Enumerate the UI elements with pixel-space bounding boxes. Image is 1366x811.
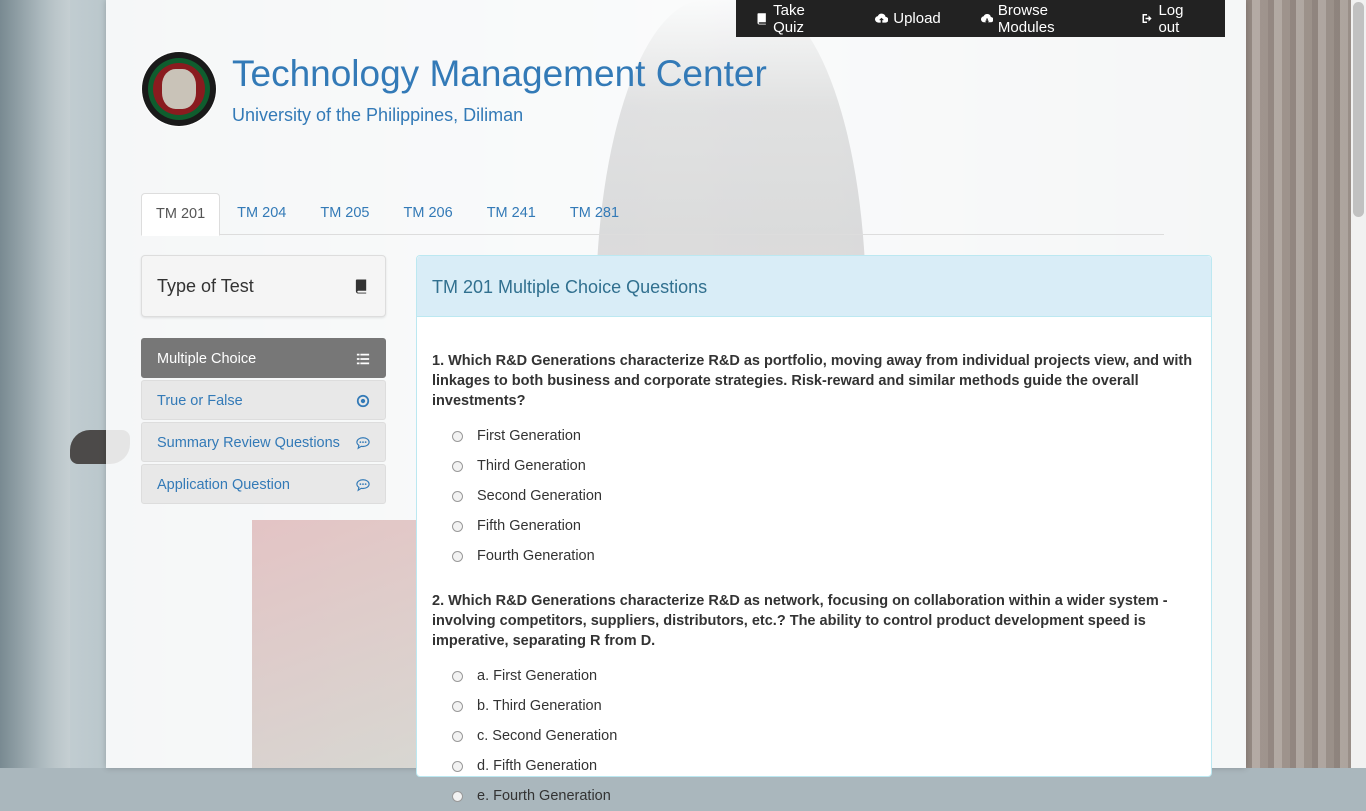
answer-option[interactable]: Fifth Generation bbox=[432, 511, 1196, 541]
page-container: Take Quiz Upload Browse Modules Log out … bbox=[106, 0, 1246, 804]
take-quiz-label: Take Quiz bbox=[773, 1, 805, 36]
radio-button[interactable] bbox=[452, 490, 463, 502]
menu-item-application-question[interactable]: Application Question bbox=[141, 464, 386, 504]
comment-icon bbox=[356, 437, 370, 450]
menu-item-label: Application Question bbox=[157, 477, 290, 493]
question-text: 1. Which R&D Generations characterize R&… bbox=[432, 353, 1193, 409]
log-out-link[interactable]: Log out bbox=[1121, 0, 1225, 37]
book-icon bbox=[757, 13, 766, 25]
site-subtitle: University of the Philippines, Diliman bbox=[232, 105, 524, 125]
question-2: 2. Which R&D Generations characterize R&… bbox=[432, 591, 1196, 811]
background-pillar-right bbox=[1246, 0, 1366, 768]
course-tabs: TM 201 TM 204 TM 205 TM 206 TM 241 TM 28… bbox=[141, 193, 1164, 236]
radio-button[interactable] bbox=[452, 730, 463, 742]
radio-button[interactable] bbox=[452, 790, 463, 802]
background-pillar-left bbox=[0, 0, 70, 768]
answer-option[interactable]: e. Fourth Generation bbox=[432, 781, 1196, 811]
option-label: Second Generation bbox=[477, 488, 602, 504]
question-1: 1. Which R&D Generations characterize R&… bbox=[432, 351, 1196, 571]
option-label: Fifth Generation bbox=[477, 518, 581, 534]
tmc-seal-logo bbox=[141, 51, 217, 127]
menu-item-label: True or False bbox=[157, 393, 243, 409]
logout-icon bbox=[1142, 13, 1152, 24]
menu-item-multiple-choice[interactable]: Multiple Choice bbox=[141, 338, 386, 378]
answer-option[interactable]: Fourth Generation bbox=[432, 541, 1196, 571]
upload-label: Upload bbox=[893, 10, 941, 27]
test-type-menu: Multiple Choice True or False Summary Re… bbox=[141, 338, 386, 506]
radio-button[interactable] bbox=[452, 670, 463, 682]
tab-tm-281[interactable]: TM 281 bbox=[553, 193, 636, 234]
tab-tm-205[interactable]: TM 205 bbox=[303, 193, 386, 234]
browse-modules-label: Browse Modules bbox=[997, 1, 1055, 36]
answer-option[interactable]: a. First Generation bbox=[432, 661, 1196, 691]
radio-button[interactable] bbox=[452, 550, 463, 562]
menu-item-summary-review-questions[interactable]: Summary Review Questions bbox=[141, 422, 386, 462]
book-icon bbox=[355, 279, 367, 294]
radio-button[interactable] bbox=[452, 520, 463, 532]
radio-button[interactable] bbox=[452, 700, 463, 712]
answer-option[interactable]: b. Third Generation bbox=[432, 691, 1196, 721]
list-icon bbox=[356, 353, 370, 365]
site-title: Technology Management Center bbox=[232, 53, 767, 94]
option-label: Third Generation bbox=[477, 458, 586, 474]
tab-tm-241[interactable]: TM 241 bbox=[470, 193, 553, 234]
option-label: d. Fifth Generation bbox=[477, 758, 598, 774]
comment-icon bbox=[356, 479, 370, 492]
tab-tm-204[interactable]: TM 204 bbox=[220, 193, 303, 234]
panel-heading: TM 201 Multiple Choice Questions bbox=[417, 256, 1211, 317]
scrollbar-thumb[interactable] bbox=[1353, 2, 1364, 217]
menu-item-true-or-false[interactable]: True or False bbox=[141, 380, 386, 420]
option-label: Fourth Generation bbox=[477, 548, 595, 564]
option-label: a. First Generation bbox=[477, 668, 598, 684]
top-navbar: Take Quiz Upload Browse Modules Log out bbox=[736, 0, 1225, 37]
radio-button[interactable] bbox=[452, 760, 463, 772]
radio-button[interactable] bbox=[452, 430, 463, 442]
question-text: 2. Which R&D Generations characterize R&… bbox=[432, 593, 1168, 649]
answer-option[interactable]: d. Fifth Generation bbox=[432, 751, 1196, 781]
radio-dot-icon bbox=[356, 394, 370, 408]
take-quiz-link[interactable]: Take Quiz bbox=[736, 0, 855, 37]
option-label: b. Third Generation bbox=[477, 698, 602, 714]
page-scrollbar[interactable] bbox=[1351, 0, 1366, 768]
panel-title: TM 201 Multiple Choice Questions bbox=[432, 277, 708, 297]
answer-option[interactable]: First Generation bbox=[432, 421, 1196, 451]
upload-link[interactable]: Upload bbox=[855, 0, 961, 37]
answer-option[interactable]: Third Generation bbox=[432, 451, 1196, 481]
questions-panel: TM 201 Multiple Choice Questions 1. Whic… bbox=[416, 255, 1212, 804]
cloud-download-icon bbox=[980, 13, 993, 23]
tab-tm-201[interactable]: TM 201 bbox=[141, 193, 221, 236]
type-of-test-heading: Type of Test bbox=[157, 276, 254, 296]
type-of-test-panel: Type of Test bbox=[141, 255, 386, 317]
answer-option[interactable]: c. Second Generation bbox=[432, 721, 1196, 751]
cloud-upload-icon bbox=[875, 13, 889, 23]
browse-modules-link[interactable]: Browse Modules bbox=[961, 0, 1122, 37]
menu-item-label: Summary Review Questions bbox=[157, 435, 340, 451]
option-label: e. Fourth Generation bbox=[477, 788, 611, 804]
log-out-label: Log out bbox=[1158, 1, 1184, 36]
radio-button[interactable] bbox=[452, 460, 463, 472]
option-label: c. Second Generation bbox=[477, 728, 618, 744]
tab-tm-206[interactable]: TM 206 bbox=[387, 193, 470, 234]
option-label: First Generation bbox=[477, 428, 581, 444]
answer-option[interactable]: Second Generation bbox=[432, 481, 1196, 511]
menu-item-label: Multiple Choice bbox=[157, 351, 257, 367]
panel-body: 1. Which R&D Generations characterize R&… bbox=[417, 317, 1211, 811]
